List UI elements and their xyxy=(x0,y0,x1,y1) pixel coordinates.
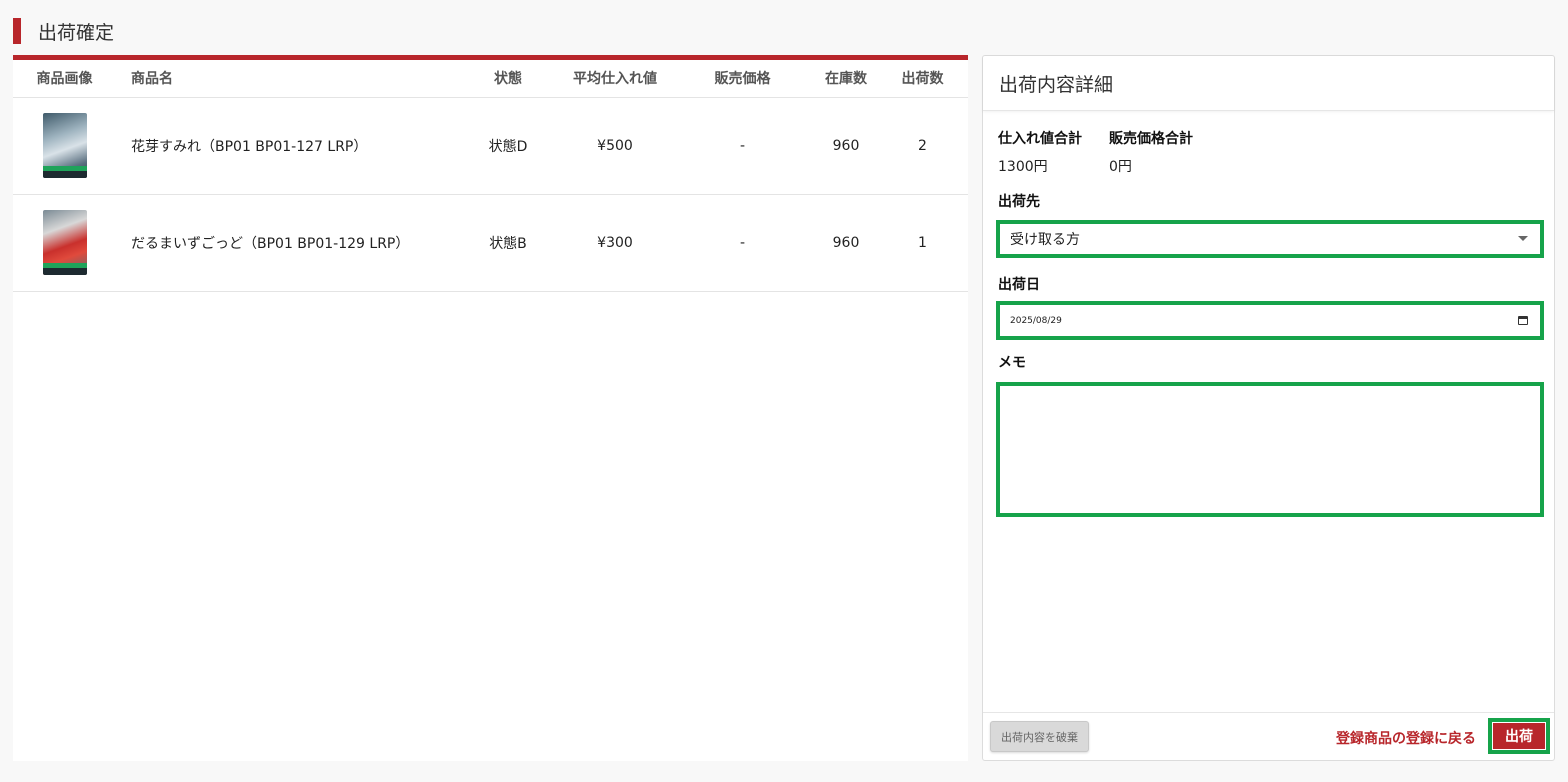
product-condition: 状態B xyxy=(456,194,560,292)
ship-date-value: 2025/08/29 xyxy=(1010,315,1062,326)
calendar-icon[interactable] xyxy=(1518,316,1528,325)
destination-select[interactable]: 受け取る方 xyxy=(996,220,1544,258)
table-row[interactable]: 花芽すみれ（BP01 BP01-127 LRP） 状態D ¥500 - 960 … xyxy=(13,97,968,195)
shipment-items-panel: 商品画像 商品名 状態 平均仕入れ値 販売価格 在庫数 出荷数 花芽すみれ（BP… xyxy=(13,55,968,761)
table-header-row: 商品画像 商品名 状態 平均仕入れ値 販売価格 在庫数 出荷数 xyxy=(13,60,968,98)
product-image-cell xyxy=(13,194,116,292)
destination-label: 出荷先 xyxy=(998,194,1040,210)
header-condition: 状態 xyxy=(456,60,560,98)
price-total-label: 販売価格合計 xyxy=(1109,131,1193,147)
header-image: 商品画像 xyxy=(13,60,116,98)
shipment-items-table: 商品画像 商品名 状態 平均仕入れ値 販売価格 在庫数 出荷数 花芽すみれ（BP… xyxy=(13,60,968,292)
page-title: 出荷確定 xyxy=(38,21,115,44)
product-avg-cost: ¥300 xyxy=(560,194,670,292)
cost-total: 仕入れ値合計 1300円 xyxy=(998,128,1082,176)
card-thumbnail-icon xyxy=(42,113,87,178)
destination-value: 受け取る方 xyxy=(1010,232,1080,248)
product-name: だるまいずごっど（BP01 BP01-129 LRP） xyxy=(116,194,456,292)
cost-total-label: 仕入れ値合計 xyxy=(998,131,1082,147)
product-price: - xyxy=(670,194,815,292)
shipment-detail-panel: 出荷内容詳細 仕入れ値合計 1300円 販売価格合計 0円 出荷先 受け取る方 … xyxy=(982,55,1555,761)
memo-label: メモ xyxy=(998,355,1026,371)
product-condition: 状態D xyxy=(456,97,560,195)
product-name: 花芽すみれ（BP01 BP01-127 LRP） xyxy=(116,97,456,195)
ship-button[interactable]: 出荷 xyxy=(1493,723,1545,749)
product-image-cell xyxy=(13,97,116,195)
title-accent-bar xyxy=(13,18,21,44)
page-header: 出荷確定 xyxy=(13,18,114,44)
detail-title: 出荷内容詳細 xyxy=(999,73,1114,96)
detail-footer: 出荷内容を破棄 登録商品の登録に戻る 出荷 xyxy=(983,712,1554,760)
table-row[interactable]: だるまいずごっど（BP01 BP01-129 LRP） 状態B ¥300 - 9… xyxy=(13,194,968,292)
header-price: 販売価格 xyxy=(670,60,815,98)
price-total: 販売価格合計 0円 xyxy=(1109,128,1193,176)
price-total-value: 0円 xyxy=(1109,159,1132,175)
discard-button[interactable]: 出荷内容を破棄 xyxy=(990,721,1089,752)
ship-button-highlight: 出荷 xyxy=(1488,718,1550,754)
header-ship-qty: 出荷数 xyxy=(877,60,968,98)
product-stock: 960 xyxy=(815,194,877,292)
product-price: - xyxy=(670,97,815,195)
product-avg-cost: ¥500 xyxy=(560,97,670,195)
detail-header: 出荷内容詳細 xyxy=(983,56,1554,111)
back-to-registration-link[interactable]: 登録商品の登録に戻る xyxy=(1336,728,1476,748)
totals-section: 仕入れ値合計 1300円 販売価格合計 0円 xyxy=(998,128,1193,176)
memo-textarea[interactable] xyxy=(996,382,1544,517)
ship-date-input[interactable]: 2025/08/29 xyxy=(996,301,1544,340)
cost-total-value: 1300円 xyxy=(998,159,1048,175)
header-stock: 在庫数 xyxy=(815,60,877,98)
header-avg-cost: 平均仕入れ値 xyxy=(560,60,670,98)
card-thumbnail-icon xyxy=(42,210,87,275)
chevron-down-icon xyxy=(1518,236,1528,241)
ship-date-label: 出荷日 xyxy=(998,277,1040,293)
header-name: 商品名 xyxy=(116,60,456,98)
product-stock: 960 xyxy=(815,97,877,195)
product-ship-qty: 1 xyxy=(877,194,968,292)
product-ship-qty: 2 xyxy=(877,97,968,195)
